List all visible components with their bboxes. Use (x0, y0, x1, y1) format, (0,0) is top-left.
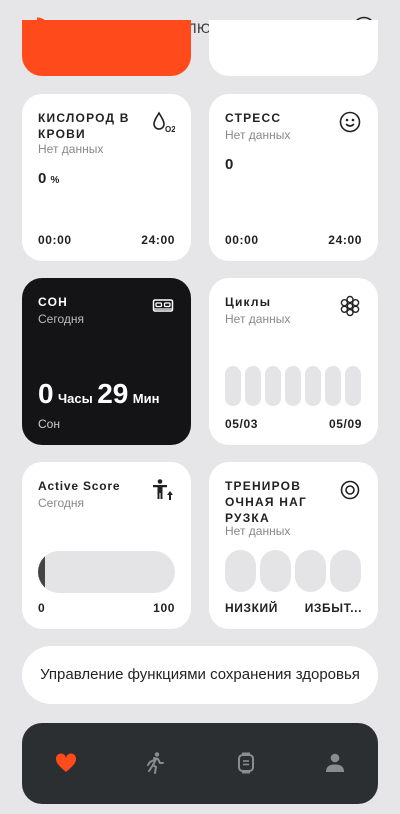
card-title: СОН (38, 295, 68, 309)
card-subtitle: Нет данных (225, 312, 291, 326)
cycle-day-bar (285, 366, 301, 406)
runner-icon[interactable] (143, 751, 167, 775)
time-end: 24:00 (141, 233, 175, 247)
scale-max: 100 (153, 601, 175, 615)
active-score-track (38, 551, 175, 593)
label-low: НИЗКИЙ (225, 601, 278, 615)
card-subtitle: Сегодня (38, 496, 84, 510)
sleep-minutes-unit: Мин (132, 391, 160, 406)
scrolled-card-left[interactable] (22, 20, 191, 76)
oxygen-drop-icon: O2 (153, 111, 175, 134)
active-score-card[interactable]: Active Score Сегодня 0 100 (22, 462, 191, 629)
time-start: 00:00 (38, 233, 72, 247)
cycle-day-bar (325, 366, 341, 406)
load-level-indicator (260, 550, 291, 592)
date-start: 05/03 (225, 417, 259, 431)
time-start: 00:00 (225, 233, 259, 247)
sleep-hours-unit: Часы (58, 391, 93, 406)
training-load-card[interactable]: ТРЕНИРОВОЧНАЯ НАГРУЗКА Нет данных НИЗКИЙ… (209, 462, 378, 629)
oxygen-value-unit: % (50, 175, 60, 186)
card-subtitle: Нет данных (38, 142, 104, 156)
watch-icon[interactable] (234, 751, 258, 775)
sleep-card[interactable]: СОН Сегодня 0 Часы 29 Мин Сон (22, 278, 191, 445)
load-level-indicator (225, 550, 256, 592)
cycles-card[interactable]: Циклы Нет данных 05/03 05/09 (209, 278, 378, 445)
cycle-day-bar (225, 366, 241, 406)
card-subtitle: Нет данных (225, 524, 291, 538)
bed-icon (152, 299, 174, 312)
cycle-day-bar (305, 366, 321, 406)
active-score-fill (38, 551, 45, 593)
oxygen-value-number: 0 (38, 170, 47, 187)
load-level-indicator (295, 550, 326, 592)
profile-icon[interactable] (323, 751, 347, 775)
card-title: КИСЛОРОД В КРОВИ (38, 111, 130, 141)
scale-min: 0 (38, 601, 46, 615)
person-up-icon (153, 479, 173, 500)
blood-oxygen-card[interactable]: КИСЛОРОД В КРОВИ Нет данных O2 0 % 00:00… (22, 94, 191, 261)
scrolled-card-right[interactable] (209, 20, 378, 76)
heart-icon[interactable] (54, 751, 78, 775)
stress-value: 0 (225, 156, 234, 173)
flower-icon (340, 295, 360, 317)
target-icon (340, 480, 360, 500)
card-title: Циклы (225, 295, 272, 309)
cycle-day-bar (245, 366, 261, 406)
stress-card[interactable]: СТРЕСС Нет данных 0 00:00 24:00 (209, 94, 378, 261)
oxygen-value: 0 % (38, 170, 59, 187)
sleep-hours-value: 0 (38, 378, 54, 409)
cycle-day-bar (265, 366, 281, 406)
card-title: СТРЕСС (225, 111, 282, 125)
svg-text:O2: O2 (165, 125, 175, 134)
label-high: ИЗБЫТ... (304, 601, 362, 615)
card-title: Active Score (38, 479, 121, 493)
sleep-footer: Сон (38, 417, 60, 431)
load-level-indicator (330, 550, 361, 592)
smiley-icon (339, 111, 361, 133)
sleep-duration: 0 Часы 29 Мин (38, 378, 159, 410)
card-title: ТРЕНИРОВОЧНАЯ НАГРУЗКА (225, 479, 307, 525)
bottom-navigation (22, 723, 378, 804)
card-subtitle: Нет данных (225, 128, 291, 142)
cycle-day-bar (345, 366, 361, 406)
manage-health-features-button[interactable]: Управление функциями сохранения здоровья (22, 646, 378, 704)
card-subtitle: Сегодня (38, 312, 84, 326)
sleep-minutes-value: 29 (97, 378, 129, 409)
date-end: 05/09 (328, 417, 362, 431)
time-end: 24:00 (328, 233, 362, 247)
